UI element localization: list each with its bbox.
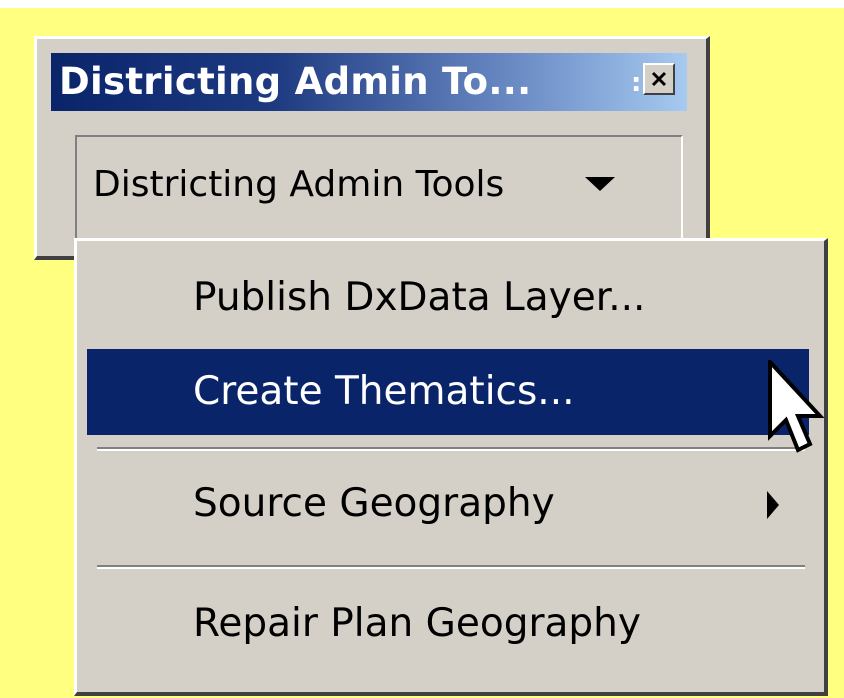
mouse-pointer-icon — [768, 360, 825, 453]
toolbar-window: Districting Admin To... : Districting Ad… — [34, 36, 710, 260]
submenu-arrow-icon — [767, 491, 779, 519]
menu-separator — [97, 447, 805, 451]
menu-item-label: Repair Plan Geography — [193, 601, 641, 646]
window-title: Districting Admin To... — [59, 60, 532, 103]
menu-item-source-geography[interactable]: Source Geography — [87, 461, 809, 547]
title-grip: : — [631, 68, 642, 98]
title-bar[interactable]: Districting Admin To... : — [51, 53, 687, 111]
menu-item-label: Create Thematics... — [193, 369, 575, 414]
close-x-icon — [651, 71, 667, 87]
menu-separator — [97, 565, 805, 569]
menu-item-repair-plan-geography[interactable]: Repair Plan Geography — [87, 581, 809, 667]
menu-item-publish-dxdata-layer[interactable]: Publish DxData Layer... — [87, 255, 809, 341]
chevron-down-icon — [585, 177, 615, 191]
districting-admin-tools-dropdown[interactable]: Districting Admin Tools — [75, 135, 683, 241]
menu-item-create-thematics[interactable]: Create Thematics... — [87, 349, 809, 435]
dropdown-label: Districting Admin Tools — [93, 164, 505, 205]
dropdown-menu: Publish DxData Layer... Create Thematics… — [74, 238, 828, 696]
menu-item-label: Source Geography — [193, 481, 555, 526]
menu-item-label: Publish DxData Layer... — [193, 275, 646, 320]
close-button[interactable] — [643, 63, 675, 95]
